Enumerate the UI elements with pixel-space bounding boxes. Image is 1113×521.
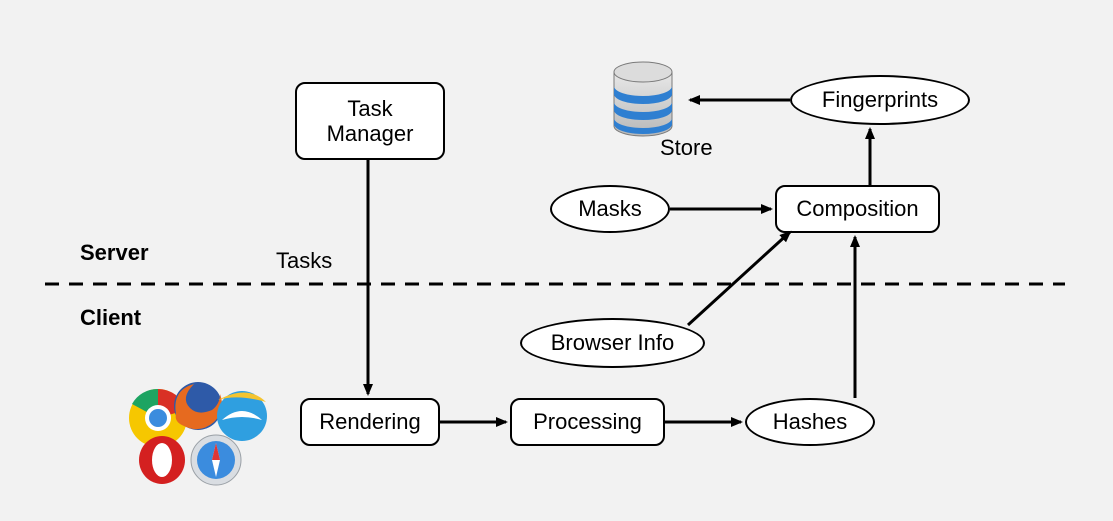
- browser-logos-icon: [110, 380, 290, 496]
- fingerprints-node: Fingerprints: [790, 75, 970, 125]
- composition-node: Composition: [775, 185, 940, 233]
- processing-node: Processing: [510, 398, 665, 446]
- tasks-edge-label: Tasks: [276, 248, 332, 274]
- edge-browserinfo-composition: [688, 232, 790, 325]
- hashes-node: Hashes: [745, 398, 875, 446]
- client-region-label: Client: [80, 305, 141, 331]
- server-region-label: Server: [80, 240, 149, 266]
- rendering-node: Rendering: [300, 398, 440, 446]
- database-icon: [604, 58, 682, 146]
- masks-node: Masks: [550, 185, 670, 233]
- task-manager-node: Task Manager: [295, 82, 445, 160]
- browser-info-node: Browser Info: [520, 318, 705, 368]
- diagram-stage: Server Client Task Manager Rendering Pro…: [0, 0, 1113, 521]
